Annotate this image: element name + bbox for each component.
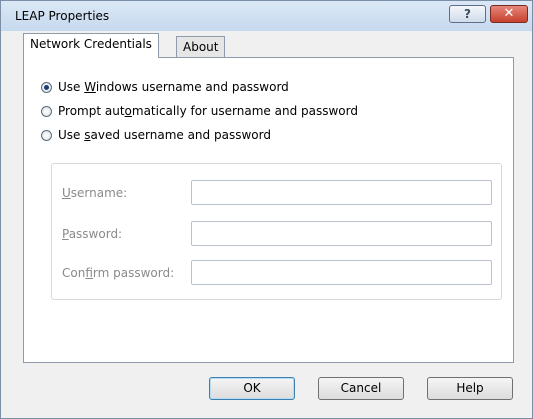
leap-properties-dialog: LEAP Properties ? ✕ Network Credentials …	[0, 0, 533, 419]
username-label: Username:	[62, 186, 128, 200]
radio-button[interactable]	[41, 106, 52, 117]
radio-label: Use Windows username and password	[58, 80, 289, 94]
username-field[interactable]	[191, 180, 492, 205]
close-icon: ✕	[503, 6, 515, 21]
confirm-password-field[interactable]	[191, 260, 492, 285]
radio-label: Prompt automatically for username and pa…	[58, 104, 358, 118]
title-bar[interactable]: LEAP Properties ? ✕	[1, 1, 532, 31]
question-mark-icon: ?	[464, 7, 471, 21]
radio-prompt-automatically[interactable]: Prompt automatically for username and pa…	[41, 104, 358, 118]
radio-button-selected[interactable]	[41, 82, 52, 93]
tab-about[interactable]: About	[176, 36, 226, 58]
tab-label: About	[183, 40, 219, 54]
radio-label: Use saved username and password	[58, 128, 271, 142]
radio-use-windows-credentials[interactable]: Use Windows username and password	[41, 80, 289, 94]
help-button[interactable]: Help	[427, 377, 513, 400]
ok-button[interactable]: OK	[209, 377, 295, 400]
tab-label: Network Credentials	[30, 37, 152, 51]
tab-network-credentials[interactable]: Network Credentials	[23, 33, 159, 58]
cancel-button[interactable]: Cancel	[318, 377, 404, 400]
help-title-button[interactable]: ?	[449, 5, 486, 23]
window-title: LEAP Properties	[15, 9, 110, 23]
password-field[interactable]	[191, 221, 492, 246]
radio-button[interactable]	[41, 130, 52, 141]
confirm-password-label: Confirm password:	[62, 266, 175, 280]
password-label: Password:	[62, 227, 123, 241]
radio-use-saved-credentials[interactable]: Use saved username and password	[41, 128, 277, 142]
close-button[interactable]: ✕	[490, 5, 528, 23]
